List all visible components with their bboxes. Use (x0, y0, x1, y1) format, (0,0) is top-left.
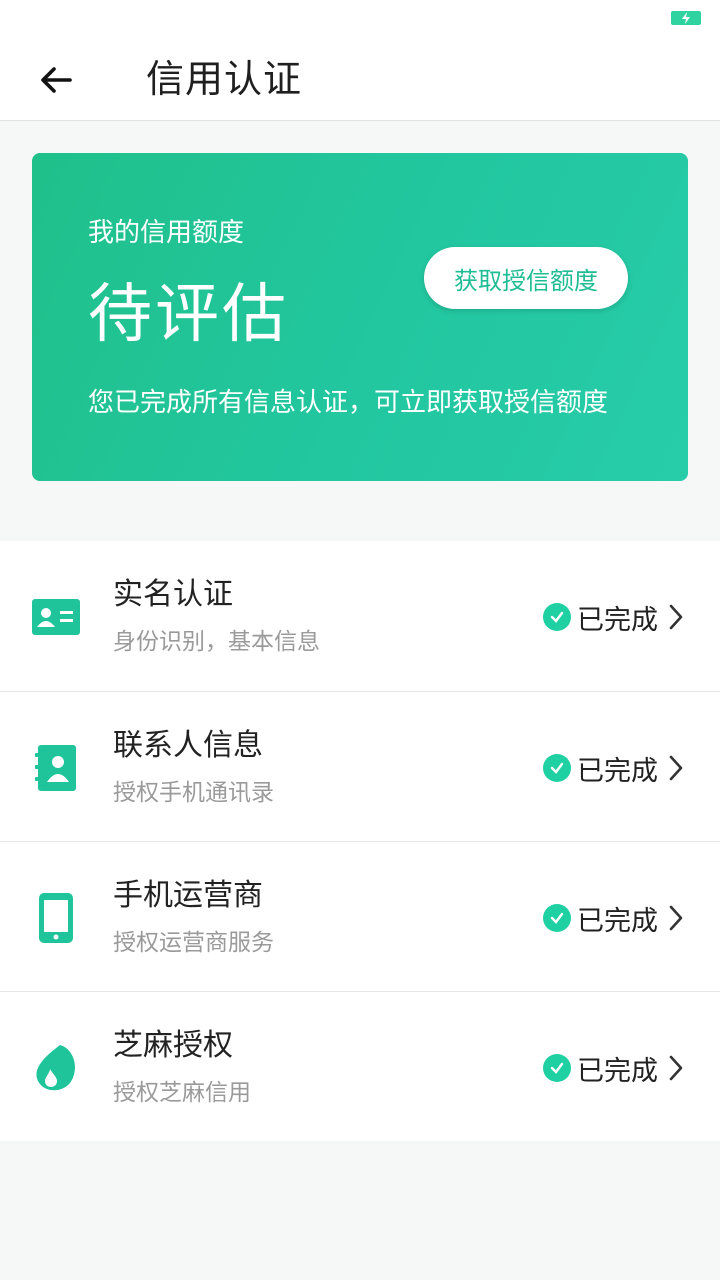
page-title: 信用认证 (146, 57, 303, 101)
status-bar (0, 0, 720, 36)
contacts-book-icon (30, 742, 82, 794)
status-text: 已完成 (577, 1055, 658, 1087)
battery-charging-icon (671, 11, 701, 25)
credit-note: 您已完成所有信息认证，可立即获取授信额度 (88, 388, 609, 418)
item-title: 芝麻授权 (113, 1028, 233, 1063)
arrow-left-icon (41, 67, 72, 93)
status-text: 已完成 (577, 755, 658, 787)
credit-card: 我的信用额度 待评估 获取授信额度 您已完成所有信息认证，可立即获取授信额度 (32, 153, 688, 481)
auth-item-sesame[interactable]: 芝麻授权 授权芝麻信用 已完成 (0, 991, 720, 1141)
item-subtitle: 授权手机通讯录 (113, 780, 274, 806)
status-text: 已完成 (577, 604, 658, 636)
chevron-right-icon (668, 754, 688, 782)
auth-list: 实名认证 身份识别，基本信息 已完成 联系人信息 授权手机通讯录 已完成 手机运… (0, 541, 720, 1141)
check-icon (543, 754, 571, 782)
chevron-right-icon (668, 1054, 688, 1082)
item-subtitle: 授权运营商服务 (113, 930, 274, 956)
auth-item-carrier[interactable]: 手机运营商 授权运营商服务 已完成 (0, 841, 720, 991)
check-icon (543, 904, 571, 932)
status-text: 已完成 (577, 905, 658, 937)
get-credit-button[interactable]: 获取授信额度 (424, 247, 628, 309)
sesame-icon (30, 1042, 82, 1094)
item-subtitle: 授权芝麻信用 (113, 1080, 251, 1106)
mobile-phone-icon (30, 892, 82, 944)
auth-item-contacts[interactable]: 联系人信息 授权手机通讯录 已完成 (0, 691, 720, 841)
status-indicator: 已完成 (543, 900, 688, 937)
credit-label: 我的信用额度 (88, 218, 245, 248)
item-title: 联系人信息 (113, 728, 263, 763)
item-title: 手机运营商 (113, 878, 263, 913)
credit-value: 待评估 (88, 278, 289, 352)
back-button[interactable] (28, 52, 84, 108)
status-indicator: 已完成 (543, 599, 688, 636)
item-subtitle: 身份识别，基本信息 (113, 629, 320, 655)
chevron-right-icon (668, 603, 688, 631)
check-icon (543, 1054, 571, 1082)
auth-item-realname[interactable]: 实名认证 身份识别，基本信息 已完成 (0, 541, 720, 691)
chevron-right-icon (668, 904, 688, 932)
status-indicator: 已完成 (543, 1050, 688, 1087)
status-indicator: 已完成 (543, 750, 688, 787)
check-icon (543, 603, 571, 631)
item-title: 实名认证 (113, 577, 233, 612)
id-card-icon (30, 591, 82, 643)
app-bar: 信用认证 (0, 36, 720, 121)
